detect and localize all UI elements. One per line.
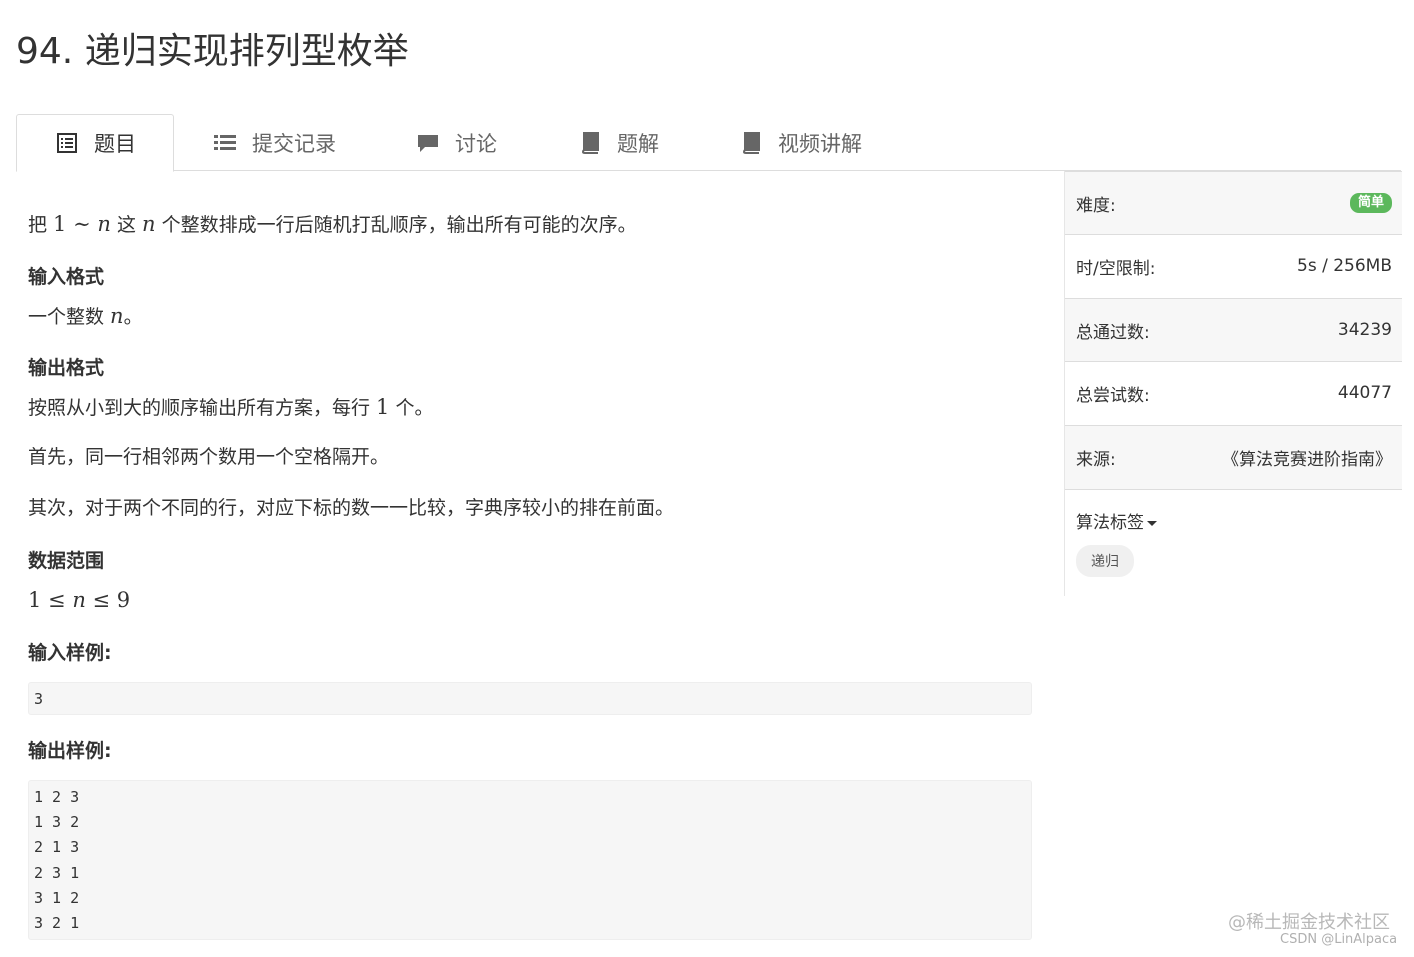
output-format-text-2: 首先，同一行相邻两个数用一个空格隔开。 [28, 446, 390, 468]
limit-label: 时/空限制: [1076, 258, 1156, 279]
attempts-label: 总尝试数: [1076, 385, 1150, 406]
difficulty-badge: 简单 [1349, 193, 1392, 213]
math-range: 1 ≤ [28, 588, 73, 612]
tab-problem-label: 题目 [94, 132, 136, 156]
sample-input-heading: 输入样例: [28, 642, 112, 664]
input-format-heading: 输入格式 [28, 266, 105, 288]
desc-text: 按照从小到大的顺序输出所有方案，每行 [28, 397, 377, 419]
output-format-text-1: 按照从小到大的顺序输出所有方案，每行 1 个。 [28, 393, 433, 422]
problem-tabs: 题目 提交记录 讨论 题解 视频讲解 [16, 114, 1401, 172]
data-range-heading: 数据范围 [28, 550, 105, 572]
math-n: n [72, 588, 86, 612]
list-alt-icon [56, 132, 78, 154]
accepted-row: 总通过数: 34239 [1065, 298, 1402, 361]
data-range-text: 1 ≤ n ≤ 9 [28, 586, 130, 614]
math-one: 1 [376, 395, 390, 419]
tags-label: 算法标签 [1076, 513, 1144, 533]
sample-output-heading: 输出样例: [28, 740, 112, 762]
code-line: 2 3 1 [34, 864, 80, 882]
tab-submissions[interactable]: 提交记录 [214, 114, 336, 171]
tab-problem[interactable]: 题目 [16, 114, 174, 172]
accepted-label: 总通过数: [1076, 322, 1150, 343]
tab-discussion-label: 讨论 [455, 131, 497, 156]
desc-text: 个。 [389, 397, 434, 419]
difficulty-label: 难度: [1076, 195, 1116, 216]
math-sim: ∼ [66, 212, 98, 236]
caret-down-icon [1147, 520, 1157, 526]
algorithm-tags-toggle[interactable]: 算法标签 [1076, 508, 1157, 533]
sample-input-box[interactable]: 3 [28, 682, 1032, 715]
tag-recursion[interactable]: 递归 [1076, 545, 1134, 577]
attempts-value: 44077 [1337, 383, 1392, 403]
problem-description: 把 1 ∼ n 这 n 个整数排成一行后随机打乱顺序，输出所有可能的次序。 [28, 210, 637, 239]
output-format-heading: 输出格式 [28, 357, 105, 379]
desc-text: 这 [110, 214, 142, 236]
book-icon [740, 131, 762, 154]
input-format-text: 一个整数 n。 [28, 302, 143, 331]
tab-discussion[interactable]: 讨论 [417, 114, 497, 171]
math-n: n [110, 304, 124, 328]
problem-info-sidebar: 难度: 简单 时/空限制: 5s / 256MB 总通过数: 34239 总尝试… [1064, 171, 1402, 596]
desc-text: 把 [28, 214, 54, 236]
code-line: 1 3 2 [34, 813, 80, 831]
math-n: n [97, 212, 111, 236]
code-line: 2 1 3 [34, 838, 80, 856]
math-n: n [142, 212, 156, 236]
source-label: 来源: [1076, 450, 1116, 470]
code-line: 3 [34, 690, 44, 708]
desc-text: 个整数排成一行后随机打乱顺序，输出所有可能的次序。 [155, 214, 637, 236]
code-line: 1 2 3 [34, 788, 80, 806]
difficulty-row: 难度: 简单 [1065, 171, 1402, 234]
output-format-text-3: 其次，对于两个不同的行，对应下标的数一一比较，字典序较小的排在前面。 [28, 497, 675, 519]
accepted-value: 34239 [1337, 320, 1392, 340]
limit-value: 5s / 256MB [1297, 256, 1392, 276]
tab-video[interactable]: 视频讲解 [740, 114, 862, 171]
limit-row: 时/空限制: 5s / 256MB [1065, 234, 1402, 297]
comment-icon [417, 132, 439, 154]
math-range: ≤ 9 [85, 588, 131, 612]
tab-solutions-label: 题解 [617, 131, 659, 156]
tab-solutions[interactable]: 题解 [579, 114, 659, 171]
code-line: 3 2 1 [34, 914, 80, 932]
list-icon [214, 132, 236, 154]
code-line: 3 1 2 [34, 889, 80, 907]
watermark-csdn: CSDN @LinAlpaca [1280, 932, 1398, 947]
math-one: 1 [53, 212, 67, 236]
page-title: 94. 递归实现排列型枚举 [16, 31, 409, 72]
desc-text: 一个整数 [28, 306, 111, 328]
source-row: 来源: 《算法竞赛进阶指南》 [1065, 425, 1402, 490]
tab-video-label: 视频讲解 [778, 131, 862, 156]
attempts-row: 总尝试数: 44077 [1065, 361, 1402, 424]
sample-output-box[interactable]: 1 2 3 1 3 2 2 1 3 2 3 1 3 1 2 3 2 1 [28, 780, 1032, 940]
tab-submissions-label: 提交记录 [252, 131, 336, 156]
source-value: 《算法竞赛进阶指南》 [1222, 450, 1392, 470]
book-icon [579, 131, 601, 154]
watermark-juejin: @稀土掘金技术社区 [1228, 912, 1390, 933]
desc-text: 。 [123, 306, 143, 328]
